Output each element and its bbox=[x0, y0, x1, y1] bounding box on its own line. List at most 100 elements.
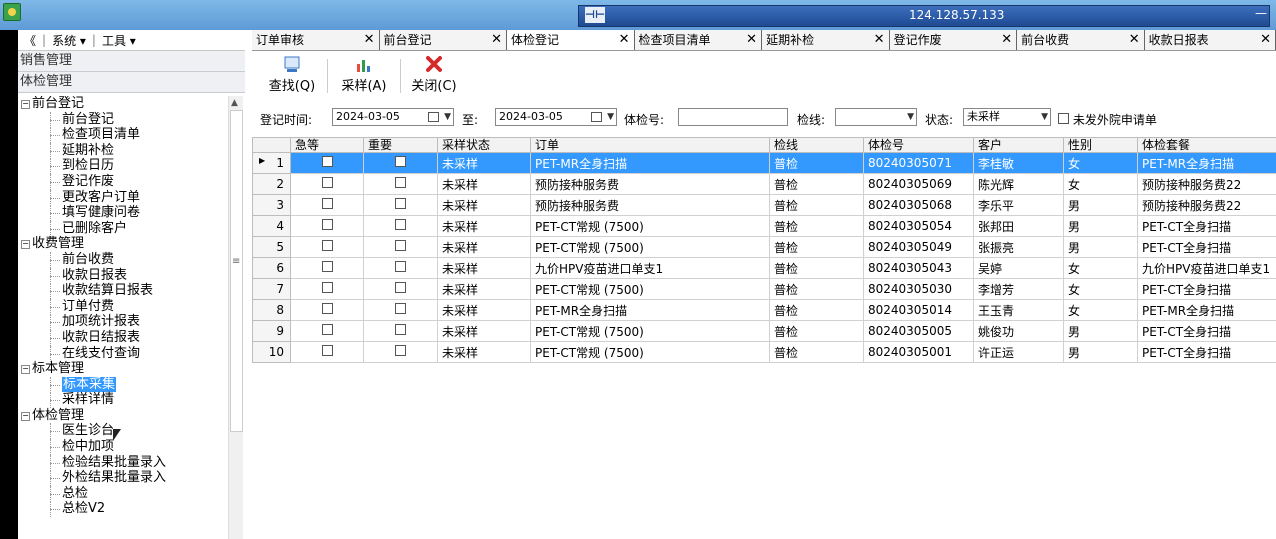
close-button[interactable]: 关闭(C) bbox=[404, 55, 464, 94]
cell-status[interactable]: 未采样 bbox=[437, 173, 531, 195]
tree-scrollbar[interactable]: ▲ ≡ bbox=[228, 96, 243, 539]
tree-item[interactable]: 收款结算日报表 bbox=[18, 283, 228, 299]
cell-line[interactable]: 普检 bbox=[769, 341, 864, 363]
cell-pkg[interactable]: PET-MR全身扫描 bbox=[1137, 152, 1276, 174]
cell-sex[interactable]: 女 bbox=[1063, 173, 1138, 195]
cell-no[interactable]: 80240305069 bbox=[863, 173, 974, 195]
tree-group[interactable]: − 收费管理 bbox=[18, 236, 228, 252]
cell-no[interactable]: 80240305001 bbox=[863, 341, 974, 363]
collapse-icon[interactable]: − bbox=[21, 365, 30, 375]
table-row[interactable]: 6 未采样 九价HPV疫苗进口单支1 普检 80240305043 吴婷女九价HPV疫苗进… bbox=[252, 257, 1276, 279]
cell-name[interactable]: 张振亮 bbox=[973, 236, 1064, 258]
tree-item[interactable]: 已删除客户 bbox=[18, 220, 228, 237]
state-select[interactable]: 未采样 ▼ bbox=[963, 108, 1051, 126]
column-header[interactable]: 订单 bbox=[530, 137, 770, 153]
cell-line[interactable]: 普检 bbox=[769, 152, 864, 174]
search-button[interactable]: 查找(Q) bbox=[262, 55, 322, 94]
cell-no[interactable]: 80240305030 bbox=[863, 278, 974, 300]
cell-order[interactable]: PET-CT常规 (7500) bbox=[530, 278, 770, 300]
row-number[interactable]: 3 bbox=[252, 194, 291, 216]
cell-status[interactable]: 未采样 bbox=[437, 341, 531, 363]
tab[interactable]: 前台收费 ✕ bbox=[1017, 30, 1145, 50]
cell-line[interactable]: 普检 bbox=[769, 257, 864, 279]
cell-status[interactable]: 未采样 bbox=[437, 152, 531, 174]
tree-item[interactable]: 前台登记 bbox=[18, 111, 228, 128]
row-number[interactable]: 5 bbox=[252, 236, 291, 258]
important-checkbox[interactable] bbox=[395, 156, 406, 167]
important-checkbox[interactable] bbox=[395, 240, 406, 251]
tab[interactable]: 体检登记 ✕ bbox=[507, 30, 635, 50]
urgent-checkbox[interactable] bbox=[321, 303, 333, 314]
cell-order[interactable]: PET-MR全身扫描 bbox=[530, 299, 770, 321]
table-row[interactable]: 5 未采样 PET-CT常规 (7500) 普检 80240305049 张振亮男 PET-… bbox=[252, 236, 1276, 258]
cell-pkg[interactable]: PET-CT全身扫描 bbox=[1137, 320, 1276, 342]
column-header[interactable]: 重要 bbox=[363, 137, 438, 153]
cell-line[interactable]: 普检 bbox=[769, 278, 864, 300]
cell-no[interactable]: 80240305071 bbox=[863, 152, 974, 174]
tab-close-icon[interactable]: ✕ bbox=[619, 30, 630, 50]
tree-item[interactable]: 医生诊台 bbox=[18, 423, 228, 440]
outside-checkbox[interactable]: 未发外院申请单 bbox=[1058, 111, 1157, 128]
row-number[interactable]: 9 bbox=[252, 320, 291, 342]
column-header[interactable]: 客户 bbox=[973, 137, 1064, 153]
row-number[interactable]: 4 bbox=[252, 215, 291, 237]
cell-sex[interactable]: 女 bbox=[1063, 299, 1138, 321]
collapse-icon[interactable]: − bbox=[21, 240, 30, 250]
tab-close-icon[interactable]: ✕ bbox=[1129, 30, 1140, 50]
tree-item[interactable]: 在线支付查询 bbox=[18, 345, 228, 362]
cell-pkg[interactable]: 预防接种服务费22 bbox=[1137, 194, 1276, 216]
important-checkbox[interactable] bbox=[395, 324, 406, 335]
cell-line[interactable]: 普检 bbox=[769, 320, 864, 342]
column-header[interactable]: 体检套餐 bbox=[1137, 137, 1276, 153]
cell-line[interactable]: 普检 bbox=[769, 173, 864, 195]
cell-line[interactable]: 普检 bbox=[769, 236, 864, 258]
cell-no[interactable]: 80240305068 bbox=[863, 194, 974, 216]
cell-order[interactable]: PET-CT常规 (7500) bbox=[530, 215, 770, 237]
tree-item[interactable]: 前台收费 bbox=[18, 251, 228, 268]
column-header[interactable] bbox=[252, 137, 291, 153]
important-checkbox[interactable] bbox=[395, 345, 406, 356]
line-select[interactable]: ▼ bbox=[835, 108, 917, 126]
cell-status[interactable]: 未采样 bbox=[437, 236, 531, 258]
cell-no[interactable]: 80240305049 bbox=[863, 236, 974, 258]
important-checkbox[interactable] bbox=[395, 303, 406, 314]
cell-pkg[interactable]: PET-CT全身扫描 bbox=[1137, 278, 1276, 300]
cell-pkg[interactable]: PET-CT全身扫描 bbox=[1137, 215, 1276, 237]
tree-item[interactable]: 标本采集 bbox=[18, 376, 228, 393]
tree-group[interactable]: − 前台登记 bbox=[18, 96, 228, 112]
urgent-checkbox[interactable] bbox=[321, 282, 333, 293]
cell-name[interactable]: 王玉青 bbox=[973, 299, 1064, 321]
tab[interactable]: 延期补检 ✕ bbox=[762, 30, 890, 50]
cell-sex[interactable]: 女 bbox=[1063, 152, 1138, 174]
cell-status[interactable]: 未采样 bbox=[437, 257, 531, 279]
tree-item[interactable]: 总检 bbox=[18, 485, 228, 502]
cell-status[interactable]: 未采样 bbox=[437, 194, 531, 216]
row-number[interactable]: 2 bbox=[252, 173, 291, 195]
important-checkbox[interactable] bbox=[395, 177, 406, 188]
tree-item[interactable]: 外检结果批量录入 bbox=[18, 470, 228, 486]
tab-close-icon[interactable]: ✕ bbox=[1001, 30, 1012, 50]
collapse-icon[interactable]: − bbox=[21, 100, 30, 109]
cell-sex[interactable]: 女 bbox=[1063, 257, 1138, 279]
urgent-checkbox[interactable] bbox=[321, 261, 333, 272]
urgent-checkbox[interactable] bbox=[321, 240, 333, 251]
cell-name[interactable]: 李桂敏 bbox=[973, 152, 1064, 174]
cell-line[interactable]: 普检 bbox=[769, 299, 864, 321]
cell-name[interactable]: 李乐平 bbox=[973, 194, 1064, 216]
tree-item[interactable]: 加项统计报表 bbox=[18, 314, 228, 330]
date-to-picker[interactable]: 2024-03-05 ▼ bbox=[495, 108, 617, 126]
column-header[interactable]: 体检号 bbox=[863, 137, 974, 153]
row-number[interactable]: 7 bbox=[252, 278, 291, 300]
tab[interactable]: 检查项目清单 ✕ bbox=[635, 30, 763, 50]
pin-button[interactable]: ⊣⊢ bbox=[585, 7, 605, 23]
cell-sex[interactable]: 男 bbox=[1063, 215, 1138, 237]
tab[interactable]: 登记作废 ✕ bbox=[890, 30, 1018, 50]
cell-no[interactable]: 80240305005 bbox=[863, 320, 974, 342]
cell-order[interactable]: 预防接种服务费 bbox=[530, 173, 770, 195]
back-button[interactable]: 《 bbox=[18, 32, 42, 49]
urgent-checkbox[interactable] bbox=[321, 198, 333, 209]
cell-status[interactable]: 未采样 bbox=[437, 215, 531, 237]
cell-sex[interactable]: 女 bbox=[1063, 278, 1138, 300]
tree-item[interactable]: 检验结果批量录入 bbox=[18, 454, 228, 471]
cell-name[interactable]: 陈光辉 bbox=[973, 173, 1064, 195]
